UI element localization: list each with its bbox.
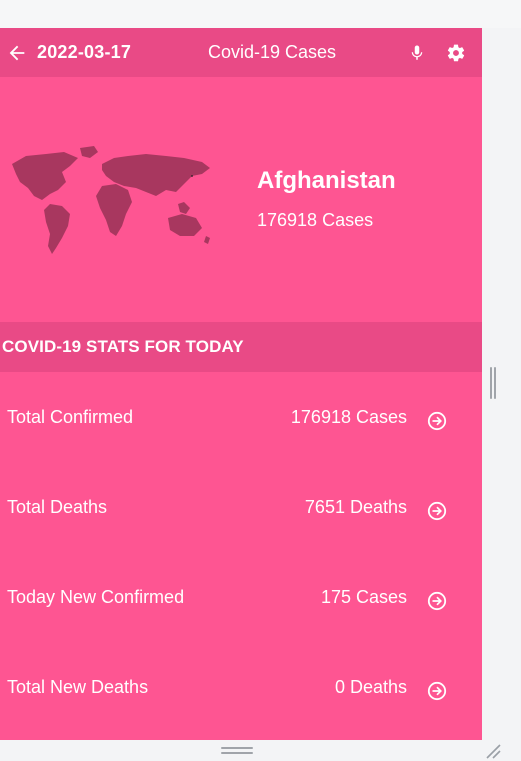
stat-value: 7651 Deaths xyxy=(304,497,407,517)
world-map-icon xyxy=(12,146,210,254)
settings-icon[interactable] xyxy=(446,43,466,63)
arrow-circle-right-icon[interactable] xyxy=(427,591,447,611)
arrow-circle-right-icon[interactable] xyxy=(427,501,447,521)
stat-value: 0 Deaths xyxy=(334,677,407,697)
stat-row-total-confirmed[interactable]: Total Confirmed 176918 Cases xyxy=(0,372,482,462)
arrow-circle-right-icon[interactable] xyxy=(427,681,447,701)
country-cases: 176918 Cases xyxy=(257,210,374,230)
stat-row-total-deaths[interactable]: Total Deaths 7651 Deaths xyxy=(0,462,482,552)
horizontal-resize-handle[interactable] xyxy=(221,747,253,755)
stat-label: Total New Deaths xyxy=(7,677,149,697)
section-title: COVID-19 STATS FOR TODAY xyxy=(2,337,244,356)
window-top-bar xyxy=(0,0,521,29)
date-label[interactable]: 2022-03-17 xyxy=(37,42,131,63)
covid-app: 2022-03-17 Covid-19 Cases Afghanistan 17… xyxy=(0,28,482,740)
side-panel xyxy=(482,28,521,761)
resize-corner-icon[interactable] xyxy=(484,742,502,760)
country-summary: Afghanistan 176918 Cases xyxy=(0,77,482,322)
arrow-circle-right-icon[interactable] xyxy=(427,411,447,431)
stat-label: Today New Confirmed xyxy=(7,587,185,607)
stat-row-total-new-deaths[interactable]: Total New Deaths 0 Deaths xyxy=(0,642,482,732)
country-name: Afghanistan xyxy=(257,167,396,194)
vertical-resize-handle[interactable] xyxy=(490,367,496,399)
stat-row-today-new-confirmed[interactable]: Today New Confirmed 175 Cases xyxy=(0,552,482,642)
stat-label: Total Deaths xyxy=(7,497,108,517)
app-title: Covid-19 Cases xyxy=(208,42,337,62)
stat-value: 176918 Cases xyxy=(290,407,407,427)
stat-label: Total Confirmed xyxy=(7,407,134,427)
section-header: COVID-19 STATS FOR TODAY xyxy=(0,322,482,372)
arrow-back-icon[interactable] xyxy=(6,42,28,64)
mic-icon[interactable] xyxy=(408,43,426,63)
app-bar: 2022-03-17 Covid-19 Cases xyxy=(0,28,482,77)
stat-value: 175 Cases xyxy=(320,587,407,607)
